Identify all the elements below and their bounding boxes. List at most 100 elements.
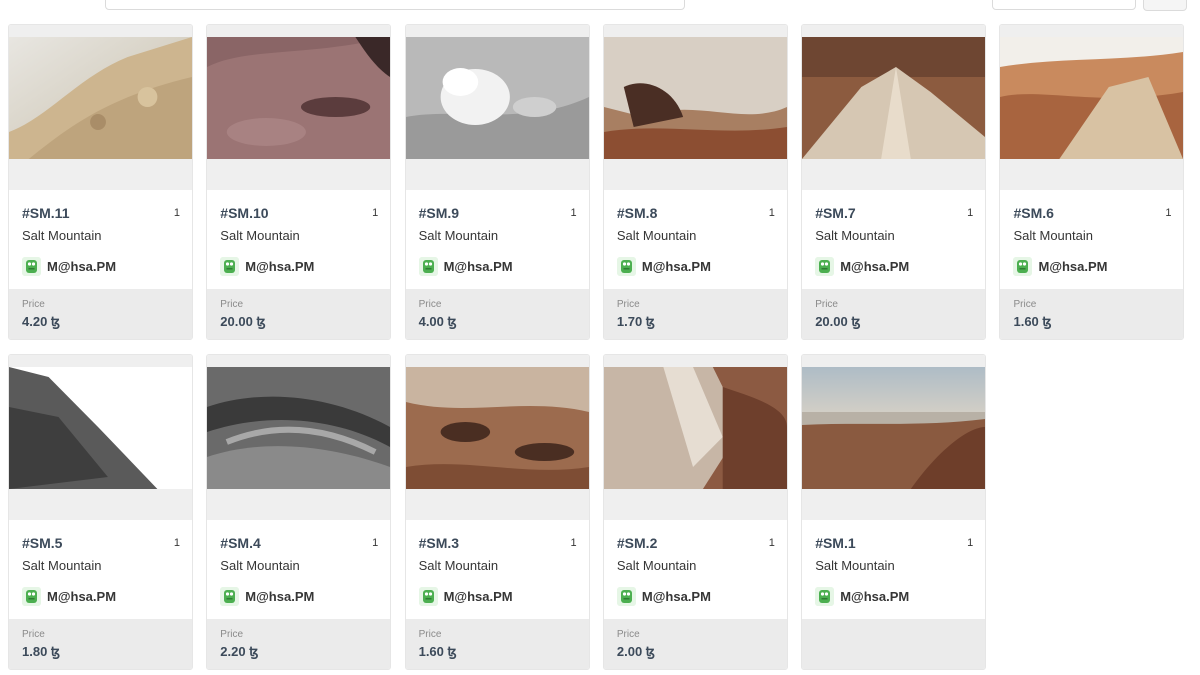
token-card[interactable]: #SM.10 1 Salt Mountain M@hsa.PM Price 20… bbox=[206, 24, 392, 340]
card-media[interactable] bbox=[207, 355, 391, 520]
token-image[interactable] bbox=[802, 37, 986, 159]
collection-name[interactable]: Salt Mountain bbox=[22, 558, 102, 573]
token-card[interactable]: #SM.7 1 Salt Mountain M@hsa.PM Price 20.… bbox=[801, 24, 987, 340]
token-id[interactable]: #SM.5 bbox=[22, 535, 62, 551]
price-label: Price bbox=[616, 629, 640, 640]
token-id[interactable]: #SM.6 bbox=[1013, 205, 1053, 221]
card-media[interactable] bbox=[9, 355, 192, 520]
price-value: 2.00 ꜩ bbox=[616, 644, 656, 659]
creator-avatar-icon bbox=[616, 257, 636, 276]
token-image[interactable] bbox=[603, 367, 787, 489]
creator-name: M@hsa.PM bbox=[443, 259, 513, 274]
token-image[interactable] bbox=[405, 37, 589, 159]
card-media[interactable] bbox=[405, 25, 589, 190]
price-box: Price 2.20 ꜩ bbox=[207, 619, 391, 669]
token-image[interactable] bbox=[802, 367, 986, 489]
creator-link[interactable]: M@hsa.PM bbox=[616, 587, 711, 606]
creator-name: M@hsa.PM bbox=[47, 259, 117, 274]
token-id[interactable]: #SM.2 bbox=[617, 535, 657, 551]
price-label: Price bbox=[220, 299, 244, 310]
sort-select[interactable] bbox=[992, 0, 1136, 10]
token-card[interactable]: #SM.2 1 Salt Mountain M@hsa.PM Price 2.0… bbox=[602, 354, 788, 670]
token-id[interactable]: #SM.11 bbox=[22, 205, 69, 221]
collection-name[interactable]: Salt Mountain bbox=[815, 558, 895, 573]
collection-name[interactable]: Salt Mountain bbox=[815, 228, 895, 243]
edition-count: 1 bbox=[967, 207, 974, 219]
collection-name[interactable]: Salt Mountain bbox=[419, 558, 499, 573]
creator-avatar-icon bbox=[220, 257, 240, 276]
price-box: Price 1.60 ꜩ bbox=[1000, 289, 1184, 339]
token-card[interactable]: #SM.11 1 Salt Mountain M@hsa.PM Price 4.… bbox=[8, 24, 193, 340]
token-image[interactable] bbox=[1000, 37, 1184, 159]
creator-link[interactable]: M@hsa.PM bbox=[1013, 257, 1108, 276]
collection-name[interactable]: Salt Mountain bbox=[1013, 228, 1093, 243]
creator-name: M@hsa.PM bbox=[641, 589, 711, 604]
creator-avatar-icon bbox=[1013, 257, 1033, 276]
collection-name[interactable]: Salt Mountain bbox=[617, 228, 697, 243]
token-id[interactable]: #SM.8 bbox=[617, 205, 657, 221]
price-label: Price bbox=[815, 299, 838, 310]
creator-link[interactable]: M@hsa.PM bbox=[22, 587, 116, 606]
creator-name: M@hsa.PM bbox=[840, 259, 910, 274]
token-image[interactable] bbox=[9, 367, 192, 489]
card-media[interactable] bbox=[603, 355, 787, 520]
token-card[interactable]: #SM.4 1 Salt Mountain M@hsa.PM Price 2.2… bbox=[206, 354, 392, 670]
price-value: 1.80 ꜩ bbox=[22, 644, 61, 659]
token-image[interactable] bbox=[9, 37, 192, 159]
filter-button[interactable] bbox=[1143, 0, 1187, 11]
price-box: Price 1.60 ꜩ bbox=[405, 619, 589, 669]
card-media[interactable] bbox=[405, 355, 589, 520]
token-card[interactable]: #SM.1 1 Salt Mountain M@hsa.PM bbox=[801, 354, 987, 670]
collection-name[interactable]: Salt Mountain bbox=[617, 558, 697, 573]
token-card[interactable]: #SM.6 1 Salt Mountain M@hsa.PM Price 1.6… bbox=[999, 24, 1185, 340]
creator-avatar-icon bbox=[220, 587, 240, 606]
token-image[interactable] bbox=[603, 37, 787, 159]
creator-avatar-icon bbox=[418, 587, 438, 606]
token-id[interactable]: #SM.1 bbox=[815, 535, 855, 551]
token-id[interactable]: #SM.4 bbox=[220, 535, 260, 551]
collection-name[interactable]: Salt Mountain bbox=[22, 228, 102, 243]
search-input[interactable] bbox=[105, 0, 685, 10]
token-id[interactable]: #SM.7 bbox=[815, 205, 855, 221]
collection-name[interactable]: Salt Mountain bbox=[419, 228, 499, 243]
price-box: Price 1.70 ꜩ bbox=[603, 289, 787, 339]
creator-link[interactable]: M@hsa.PM bbox=[815, 587, 909, 606]
creator-link[interactable]: M@hsa.PM bbox=[815, 257, 909, 276]
card-media[interactable] bbox=[802, 355, 986, 520]
card-media[interactable] bbox=[603, 25, 787, 190]
creator-link[interactable]: M@hsa.PM bbox=[616, 257, 711, 276]
token-image[interactable] bbox=[405, 367, 589, 489]
token-card[interactable]: #SM.8 1 Salt Mountain M@hsa.PM Price 1.7… bbox=[602, 24, 788, 340]
token-id[interactable]: #SM.3 bbox=[419, 535, 459, 551]
token-card[interactable]: #SM.9 1 Salt Mountain M@hsa.PM Price 4.0… bbox=[404, 24, 590, 340]
token-card[interactable]: #SM.3 1 Salt Mountain M@hsa.PM Price 1.6… bbox=[404, 354, 590, 670]
edition-count: 1 bbox=[768, 207, 775, 219]
edition-count: 1 bbox=[768, 537, 775, 549]
collection-name[interactable]: Salt Mountain bbox=[220, 228, 300, 243]
token-id[interactable]: #SM.10 bbox=[220, 205, 268, 221]
collection-name[interactable]: Salt Mountain bbox=[220, 558, 300, 573]
price-value: 4.00 ꜩ bbox=[418, 314, 457, 329]
creator-avatar-icon bbox=[418, 257, 438, 276]
card-media[interactable] bbox=[9, 25, 192, 190]
creator-link[interactable]: M@hsa.PM bbox=[418, 257, 513, 276]
price-value: 1.70 ꜩ bbox=[616, 314, 656, 329]
creator-avatar-icon bbox=[815, 587, 835, 606]
creator-link[interactable]: M@hsa.PM bbox=[418, 587, 513, 606]
price-value: 2.20 ꜩ bbox=[220, 644, 259, 659]
creator-link[interactable]: M@hsa.PM bbox=[22, 257, 116, 276]
card-media[interactable] bbox=[1000, 25, 1184, 190]
creator-name: M@hsa.PM bbox=[641, 259, 711, 274]
token-image[interactable] bbox=[207, 367, 391, 489]
token-card[interactable]: #SM.5 1 Salt Mountain M@hsa.PM Price 1.8… bbox=[8, 354, 193, 670]
card-media[interactable] bbox=[802, 25, 986, 190]
creator-link[interactable]: M@hsa.PM bbox=[220, 257, 314, 276]
token-id[interactable]: #SM.9 bbox=[419, 205, 459, 221]
creator-avatar-icon bbox=[815, 257, 835, 276]
card-media[interactable] bbox=[207, 25, 391, 190]
price-box: Price 1.80 ꜩ bbox=[9, 619, 192, 669]
price-label: Price bbox=[616, 299, 640, 310]
price-value: 4.20 ꜩ bbox=[22, 314, 61, 329]
creator-link[interactable]: M@hsa.PM bbox=[220, 587, 314, 606]
token-image[interactable] bbox=[207, 37, 391, 159]
